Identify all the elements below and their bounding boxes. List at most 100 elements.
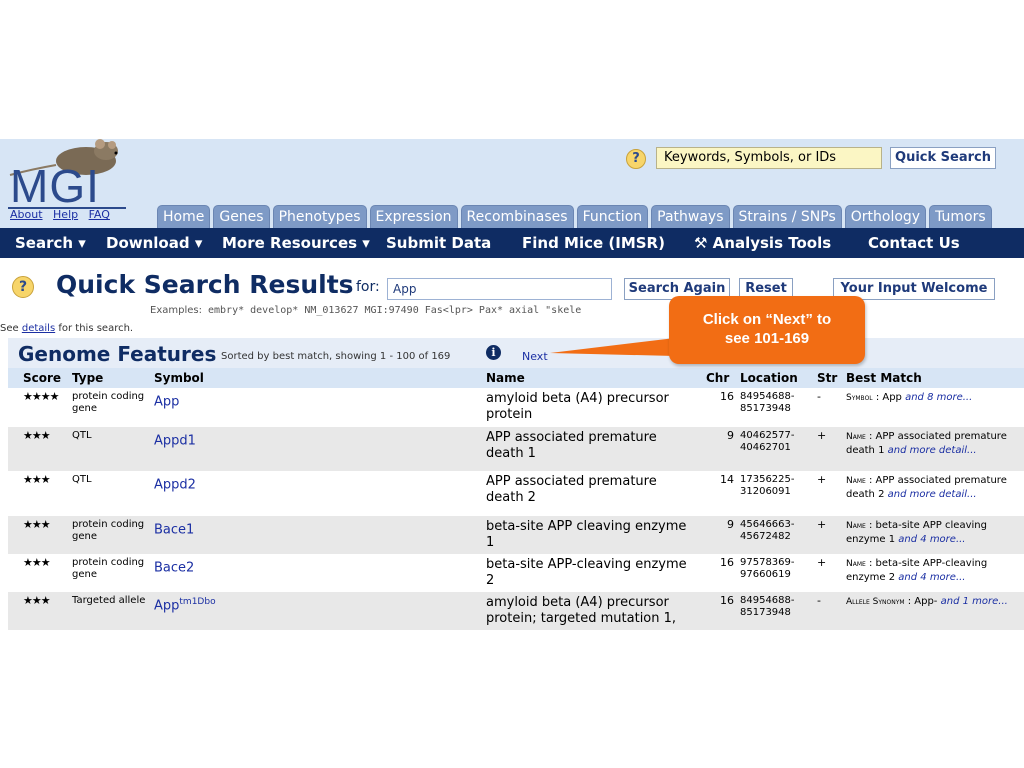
nav-submit-data[interactable]: Submit Data <box>386 234 491 252</box>
feature-name: amyloid beta (A4) precursor protein; tar… <box>486 595 677 626</box>
feature-name: beta-site APP cleaving enzyme 1 <box>486 519 687 550</box>
nav-analysis-tools[interactable]: ⚒ Analysis Tools <box>694 234 831 252</box>
mgi-window: MGI About Help FAQ ? Keywords, Symbols, … <box>0 139 1024 630</box>
symbol-link[interactable]: Bace1 <box>154 519 194 537</box>
quick-search-input[interactable]: Keywords, Symbols, or IDs <box>656 147 882 169</box>
location: 45646663-45672482 <box>740 519 795 542</box>
best-match-label: Name <box>846 432 866 442</box>
faq-link[interactable]: FAQ <box>89 208 110 221</box>
examples-label: Examples: <box>150 305 202 316</box>
nav-download-menu[interactable]: Download ▾ <box>106 234 202 252</box>
strand: + <box>817 429 827 442</box>
quick-search-help-icon[interactable]: ? <box>626 149 646 169</box>
score-stars: ★★★ <box>23 556 51 569</box>
best-match: Name : beta-site APP-cleaving enzyme 2 a… <box>846 557 1024 584</box>
tab-pathways[interactable]: Pathways <box>651 205 730 228</box>
feature-type: Targeted allele <box>72 595 146 606</box>
results-help-icon[interactable]: ? <box>12 276 34 298</box>
more-link[interactable]: and 8 more... <box>905 392 972 403</box>
chromosome: 9 <box>727 429 734 442</box>
tab-expression[interactable]: Expression <box>369 205 458 228</box>
symbol-text: Bace1 <box>154 522 195 538</box>
quick-search-button[interactable]: Quick Search <box>890 147 996 169</box>
details-post: for this search. <box>55 323 134 334</box>
symbol-text: App <box>154 598 180 614</box>
best-match-label: Allele Synonym <box>846 597 905 607</box>
chromosome: 9 <box>727 518 734 531</box>
more-link[interactable]: and 1 more... <box>941 596 1008 607</box>
top-links: About Help FAQ <box>10 208 117 221</box>
score-stars: ★★★ <box>23 429 51 442</box>
tab-tumors[interactable]: Tumors <box>929 205 992 228</box>
symbol-link[interactable]: Appd2 <box>154 474 196 492</box>
tab-recombinases[interactable]: Recombinases <box>460 205 574 228</box>
results-table-header: Score Type Symbol Name Chr Location Str … <box>8 368 1024 388</box>
best-match-label: Symbol <box>846 393 873 403</box>
nav-search-menu[interactable]: Search ▾ <box>15 234 86 252</box>
nav-find-mice[interactable]: Find Mice (IMSR) <box>522 234 665 252</box>
nav-contact-us[interactable]: Contact Us <box>868 234 960 252</box>
callout-arrow <box>550 338 675 356</box>
tab-orthology[interactable]: Orthology <box>844 205 927 228</box>
callout-line-2: see 101-169 <box>724 330 810 347</box>
col-type: Type <box>72 371 104 385</box>
nav-more-resources-menu[interactable]: More Resources ▾ <box>222 234 370 252</box>
nav-analysis-tools-label: Analysis Tools <box>712 234 832 252</box>
location: 97578369-97660619 <box>740 557 795 580</box>
feature-name: amyloid beta (A4) precursor protein <box>486 391 669 422</box>
symbol-sup: tm1Dbo <box>179 597 216 607</box>
tab-function[interactable]: Function <box>576 205 649 228</box>
examples-text: embry* develop* NM_013627 MGI:97490 Fas<… <box>208 305 582 316</box>
mgi-logo[interactable]: MGI <box>10 163 100 209</box>
feature-name: APP associated premature death 2 <box>486 474 657 505</box>
symbol-link[interactable]: App <box>154 391 179 409</box>
symbol-link[interactable]: Appd1 <box>154 430 196 448</box>
feature-name: beta-site APP-cleaving enzyme 2 <box>486 557 687 588</box>
symbol-text: Appd2 <box>154 477 196 493</box>
score-stars: ★★★ <box>23 594 51 607</box>
info-icon[interactable]: i <box>486 345 501 360</box>
location: 84954688-85173948 <box>740 391 795 414</box>
symbol-link[interactable]: Bace2 <box>154 557 194 575</box>
best-match-label: Name <box>846 476 866 486</box>
strand: - <box>817 594 821 607</box>
score-stars: ★★★ <box>23 518 51 531</box>
tab-genes[interactable]: Genes <box>213 205 270 228</box>
best-match: Name : APP associated premature death 2 … <box>846 474 1024 501</box>
tab-strains-snps[interactable]: Strains / SNPs <box>732 205 842 228</box>
more-link[interactable]: and more detail... <box>888 445 977 456</box>
about-link[interactable]: About <box>10 208 43 221</box>
table-row: ★★★ QTL Appd1 APP associated premature d… <box>8 427 1024 471</box>
feature-type: protein coding gene <box>72 519 145 542</box>
page-title: Quick Search Results <box>56 270 354 299</box>
symbol-text: Appd1 <box>154 433 196 449</box>
more-link[interactable]: and more detail... <box>888 489 977 500</box>
best-match-text: : App- <box>904 596 941 607</box>
search-query-input[interactable]: App <box>387 278 612 300</box>
main-tabs: Home Genes Phenotypes Expression Recombi… <box>157 205 995 228</box>
help-link[interactable]: Help <box>53 208 78 221</box>
feature-type: QTL <box>72 430 92 441</box>
callout-line-1: Click on “Next” to <box>702 311 832 328</box>
feature-type: QTL <box>72 474 92 485</box>
chromosome: 14 <box>720 473 734 486</box>
header: MGI About Help FAQ ? Keywords, Symbols, … <box>0 139 1024 228</box>
symbol-link[interactable]: Apptm1Dbo <box>154 595 216 613</box>
symbol-text: App <box>154 394 180 410</box>
strand: - <box>817 390 821 403</box>
location: 40462577-40462701 <box>740 430 795 453</box>
best-match: Name : APP associated premature death 1 … <box>846 430 1024 457</box>
table-row: ★★★ Targeted allele Apptm1Dbo amyloid be… <box>8 592 1024 630</box>
location: 84954688-85173948 <box>740 595 795 618</box>
details-link[interactable]: details <box>22 323 55 334</box>
col-chr: Chr <box>706 371 730 385</box>
more-link[interactable]: and 4 more... <box>898 534 965 545</box>
tab-home[interactable]: Home <box>157 205 211 228</box>
chromosome: 16 <box>720 594 734 607</box>
best-match: Allele Synonym : App- and 1 more... <box>846 595 1024 609</box>
tab-phenotypes[interactable]: Phenotypes <box>272 205 367 228</box>
more-link[interactable]: and 4 more... <box>898 572 965 583</box>
col-location: Location <box>740 371 798 385</box>
strand: + <box>817 518 827 531</box>
symbol-text: Bace2 <box>154 560 195 576</box>
